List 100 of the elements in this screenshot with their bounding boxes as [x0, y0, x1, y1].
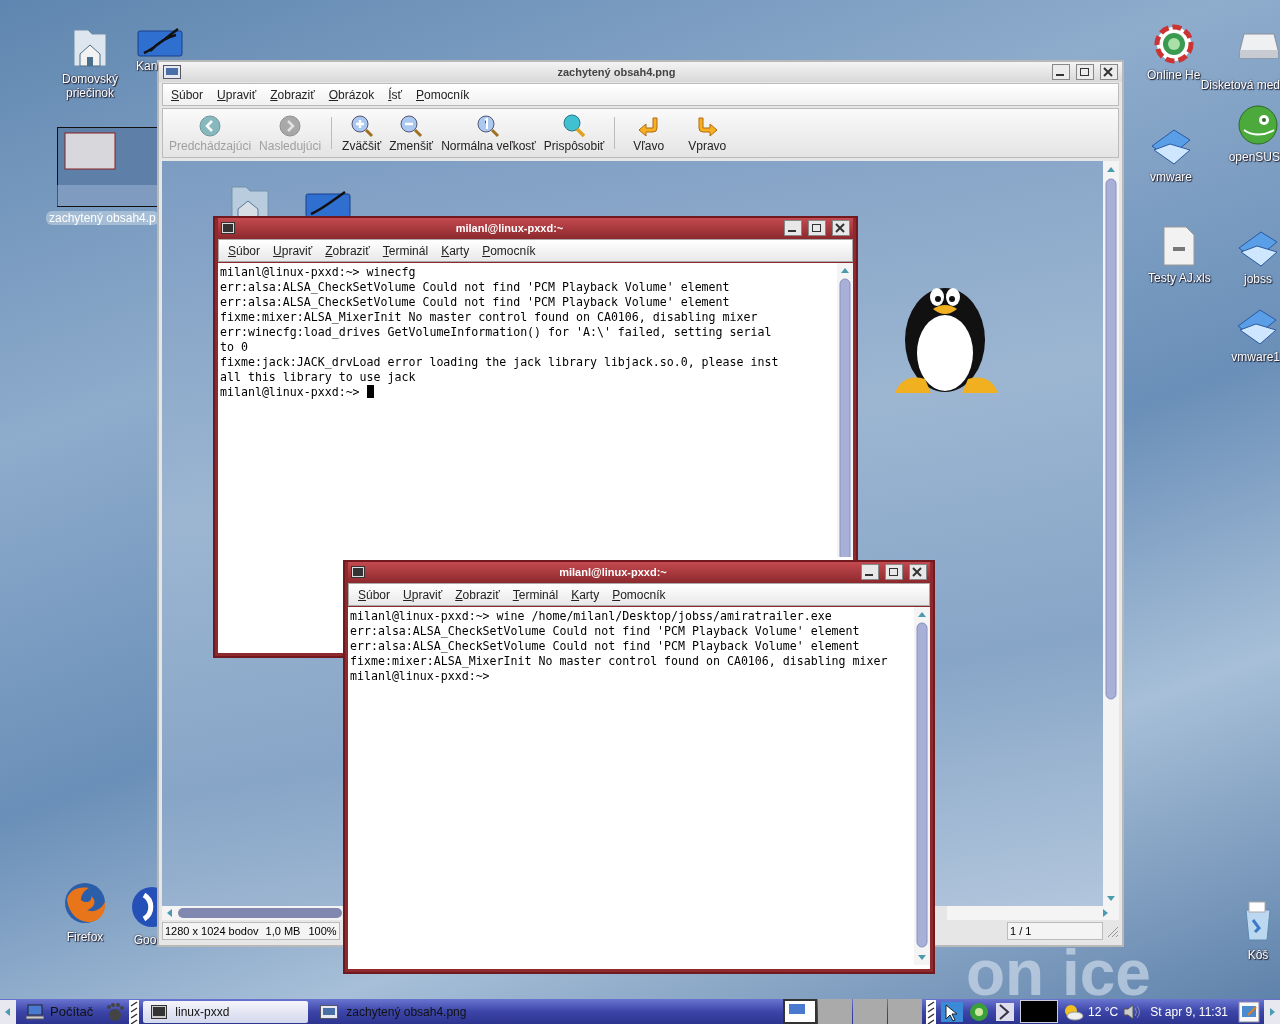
screenshot-thumbnail[interactable] — [57, 127, 160, 207]
terminal-line: to 0 — [220, 340, 249, 355]
window-title: milanl@linux-pxxd:~ — [454, 222, 565, 234]
menu-item[interactable]: Súbor — [358, 587, 391, 602]
wallpaper-text: on ice — [966, 948, 1151, 998]
terminal-line: fixme:mixer:ALSA_MixerInit No master control found on CA0106, disabling mixer — [350, 654, 889, 669]
icon-label: Kan — [136, 59, 158, 73]
document-icon[interactable] — [1161, 225, 1198, 267]
maximize-button[interactable] — [808, 220, 826, 236]
workspace-switcher[interactable] — [783, 999, 817, 1024]
menu-item[interactable]: Upraviť — [273, 243, 313, 258]
close-button[interactable] — [1100, 64, 1118, 80]
minimize-button[interactable] — [1052, 64, 1070, 80]
terminal-line: err:alsa:ALSA_CheckSetVolume Could not find 'PCM Playback Volume' element — [220, 295, 731, 310]
icon-label: Testy AJ.xls — [1148, 271, 1211, 285]
icon-label: openSUS — [1228, 150, 1280, 164]
close-button[interactable] — [832, 220, 850, 236]
terminal-line: err:winecfg:load_drives GetVolumeInformation() for 'A:\' failed, setting serial — [220, 325, 773, 340]
network-icon[interactable] — [994, 1000, 1016, 1023]
update-icon[interactable] — [968, 1000, 990, 1023]
logo-icon[interactable] — [1236, 104, 1280, 146]
zoom-out-icon — [399, 113, 424, 138]
icon-label: vmware1 — [1231, 350, 1280, 364]
menu-item[interactable]: Súbor — [228, 243, 261, 258]
panel-handle[interactable] — [926, 999, 936, 1024]
menu-item[interactable]: Pomocník — [612, 587, 666, 602]
menu-item[interactable]: Karty — [441, 243, 470, 258]
toolbar-button[interactable]: Zväčšiť — [338, 113, 386, 153]
menu-item[interactable]: Obrázok — [328, 87, 375, 102]
zoom-in-icon — [349, 113, 374, 138]
resize-grip-icon[interactable] — [1105, 924, 1119, 938]
toolbar-button[interactable]: Normálna veľkosť — [437, 113, 540, 153]
weather-text[interactable]: 12 °C — [1088, 1004, 1119, 1019]
terminal-icon[interactable] — [351, 566, 365, 578]
menu-item[interactable]: Pomocník — [482, 243, 536, 258]
magnifier-icon — [562, 113, 587, 138]
workspace-switcher[interactable] — [888, 999, 922, 1024]
terminal-line: err:alsa:ALSA_CheckSetVolume Could not find 'PCM Playback Volume' element — [350, 639, 861, 654]
terminal-line: milanl@linux-pxxd:~> — [350, 669, 491, 684]
clock[interactable]: St apr 9, 11:31 — [1150, 1004, 1228, 1019]
taskbar-button[interactable]: linux-pxxd — [143, 1000, 309, 1023]
icon-label: Online He — [1147, 68, 1201, 82]
status-text: 1280 x 1024 bodov — [162, 922, 264, 940]
home-folder-icon — [230, 183, 270, 219]
menu-item[interactable]: Súbor — [171, 87, 204, 102]
window-icon[interactable] — [163, 65, 181, 79]
toolbar-button[interactable]: Vľavo — [621, 113, 677, 153]
menu-item[interactable]: Upraviť — [217, 87, 257, 102]
terminal-icon[interactable] — [221, 222, 235, 234]
toolbar-button[interactable]: Vpravo — [676, 113, 739, 153]
minimize-button[interactable] — [861, 564, 879, 580]
menu-item[interactable]: Upraviť — [403, 587, 443, 602]
scrollbar[interactable] — [162, 906, 342, 920]
terminal-line: all this library to use jack — [220, 370, 417, 385]
workspace-switcher[interactable] — [853, 999, 887, 1024]
scrollbar[interactable] — [947, 906, 1119, 920]
menu-item[interactable]: Pomocník — [416, 87, 470, 102]
menu-item[interactable]: Karty — [571, 587, 600, 602]
menu-item[interactable]: Zobraziť — [455, 587, 500, 602]
menu-item[interactable]: Terminál — [382, 243, 429, 258]
speaker-icon[interactable] — [1122, 1002, 1141, 1021]
toolbar-button[interactable]: Zmenšiť — [385, 113, 438, 153]
terminal-line: err:alsa:ALSA_CheckSetVolume Could not find 'PCM Playback Volume' element — [350, 624, 861, 639]
panel-handle[interactable] — [129, 999, 140, 1024]
close-button[interactable] — [909, 564, 927, 580]
minimize-button[interactable] — [784, 220, 802, 236]
terminal-line: fixme:jack:JACK_drvLoad error loading the jack library libjack.so.0, please inst — [220, 355, 780, 370]
toolbar-button[interactable]: Prispôsobiť — [539, 113, 609, 153]
lifebuoy-icon[interactable] — [1153, 24, 1194, 64]
window-title: zachytený obsah4.png — [556, 66, 677, 78]
scrollbar[interactable] — [1103, 161, 1119, 906]
magnifier-icon — [476, 113, 501, 138]
scrollbar[interactable] — [914, 607, 930, 965]
status-text: 1 / 1 — [1007, 922, 1103, 940]
icon-label: Domovský priečinok — [61, 72, 119, 100]
terminal-line: err:alsa:ALSA_CheckSetVolume Could not find 'PCM Playback Volume' element — [220, 280, 731, 295]
system-monitor[interactable] — [1020, 1000, 1058, 1023]
terminal-icon — [151, 1004, 168, 1019]
status-text: 1,0 MB — [263, 922, 307, 940]
icon-label: Goo — [133, 933, 157, 947]
menu-item[interactable]: Zobraziť — [270, 87, 315, 102]
picture-icon — [320, 1004, 339, 1019]
trash-icon[interactable] — [1243, 900, 1273, 944]
menu-item[interactable]: Ísť — [388, 87, 402, 102]
computer-icon — [26, 1003, 44, 1020]
menu-item[interactable]: Zobraziť — [325, 243, 370, 258]
workspace-switcher[interactable] — [818, 999, 852, 1024]
notes-icon[interactable] — [1238, 1000, 1260, 1023]
icon-label: Firefox — [66, 930, 104, 944]
maximize-button[interactable] — [1076, 64, 1094, 80]
scrollbar[interactable] — [837, 263, 853, 557]
folder-icon[interactable] — [136, 25, 184, 57]
icon-label: Disketová med — [1200, 78, 1280, 92]
weather-icon[interactable] — [1062, 1002, 1084, 1021]
folder-icon — [305, 188, 351, 218]
icon-label: zachytený obsah4.p — [46, 211, 159, 225]
maximize-button[interactable] — [885, 564, 903, 580]
terminal-line: milanl@linux-pxxd:~> wine /home/milanl/Desktop/jobss/amiratrailer.exe — [350, 609, 833, 624]
menu-item[interactable]: Terminál — [512, 587, 559, 602]
terminal-line: fixme:mixer:ALSA_MixerInit No master control found on CA0106, disabling mixer — [220, 310, 759, 325]
